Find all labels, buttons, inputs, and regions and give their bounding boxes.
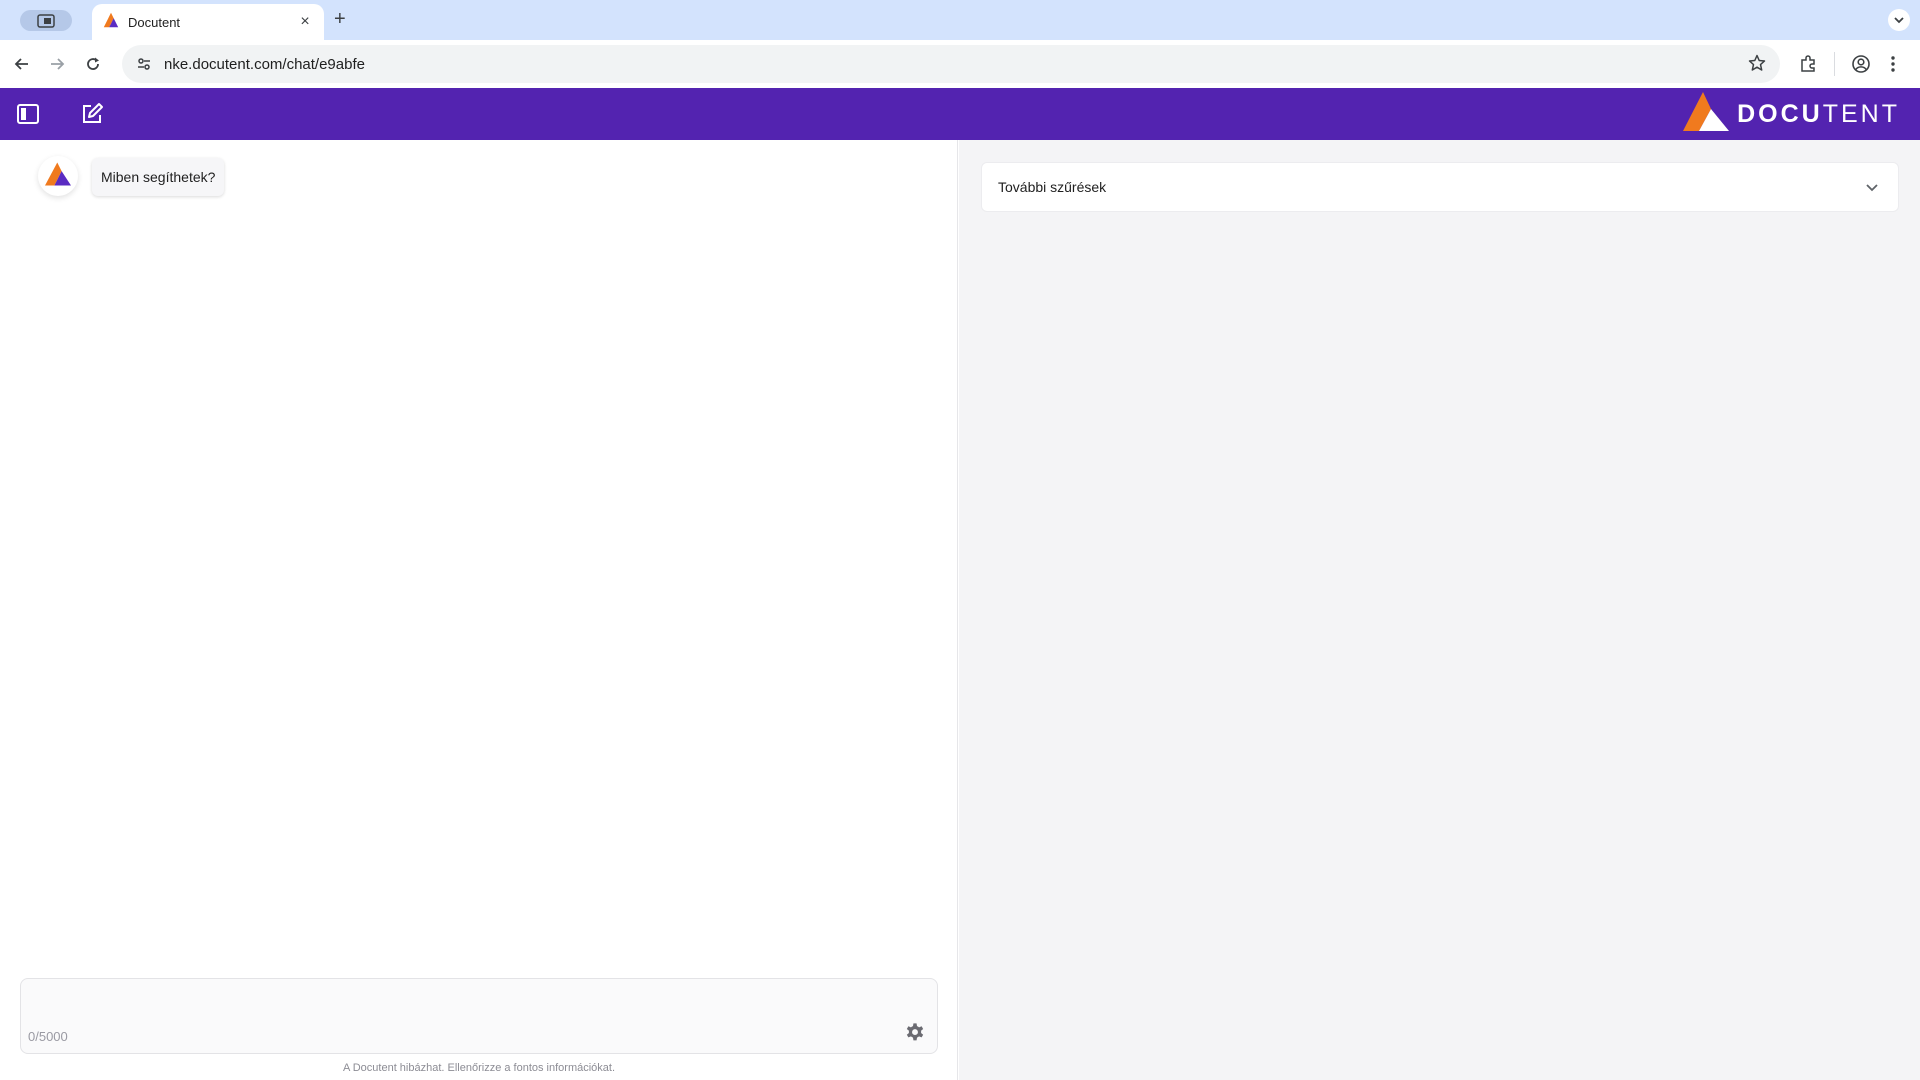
extensions-puzzle-icon[interactable] — [1798, 54, 1818, 79]
sidebar-toggle-icon[interactable] — [14, 100, 42, 128]
bot-message-bubble: Miben segíthetek? — [92, 158, 225, 196]
brand-logo: DOCUTENT — [1681, 91, 1900, 134]
site-settings-icon[interactable] — [134, 54, 154, 74]
message-composer[interactable]: 0/5000 — [20, 978, 938, 1054]
new-chat-edit-icon[interactable] — [78, 100, 106, 128]
forward-arrow-icon[interactable] — [47, 54, 67, 74]
browser-tab[interactable]: Docutent × — [92, 4, 324, 40]
profile-avatar-icon[interactable] — [1851, 54, 1871, 79]
brand-wordmark-light: TENT — [1822, 99, 1900, 128]
back-arrow-icon[interactable] — [12, 54, 32, 74]
brand-wordmark: DOCUTENT — [1737, 100, 1900, 129]
message-input[interactable] — [29, 985, 889, 1021]
tab-search-chevron-icon[interactable] — [1888, 9, 1910, 31]
gear-icon[interactable] — [903, 1021, 927, 1045]
additional-filters-label: További szűrések — [998, 179, 1107, 195]
app-header: DOCUTENT — [0, 88, 1920, 140]
address-bar[interactable] — [122, 45, 1780, 83]
bookmark-star-icon[interactable] — [1748, 54, 1766, 77]
bot-avatar — [38, 156, 78, 196]
browser-toolbar — [0, 40, 1920, 88]
disclaimer-text: A Docutent hibázhat. Ellenőrizze a fonto… — [342, 1062, 616, 1074]
browser-menu-dots-icon[interactable] — [1890, 54, 1896, 79]
chevron-down-icon[interactable] — [1862, 177, 1882, 197]
reload-icon[interactable] — [83, 54, 103, 74]
new-tab-button[interactable]: + — [334, 8, 346, 31]
url-input[interactable] — [164, 55, 1664, 73]
additional-filters-accordion[interactable]: További szűrések — [981, 162, 1899, 212]
docutent-logo-icon — [1681, 91, 1731, 138]
toolbar-divider — [1834, 52, 1835, 76]
docutent-logo-icon — [43, 161, 73, 192]
character-counter: 0/5000 — [28, 1029, 68, 1044]
tab-groups-icon[interactable] — [20, 10, 72, 31]
favicon-icon — [102, 11, 120, 34]
tab-title: Docutent — [128, 14, 181, 30]
brand-wordmark-bold: DOCU — [1737, 99, 1823, 128]
chat-pane: Miben segíthetek? 0/5000 A Docutent hibá… — [0, 140, 958, 1080]
close-tab-icon[interactable]: × — [296, 13, 314, 31]
browser-tab-bar: Docutent × + — [0, 0, 1920, 40]
filter-pane: További szűrések — [959, 140, 1920, 1080]
